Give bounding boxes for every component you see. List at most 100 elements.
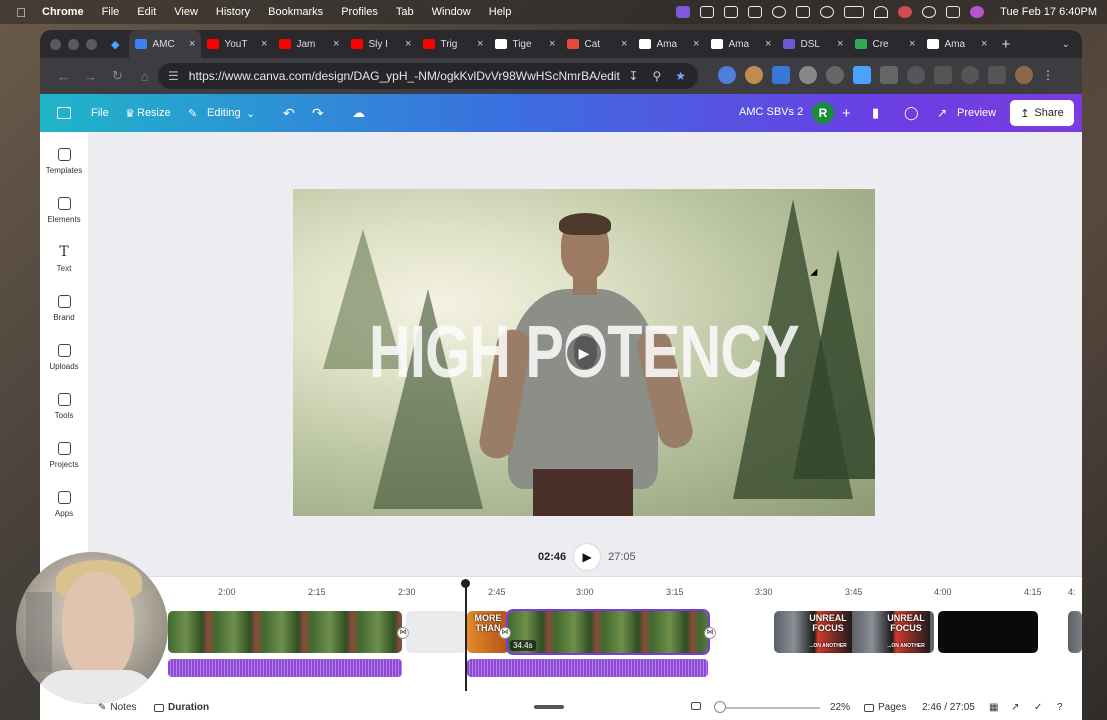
home-icon[interactable]: ⌂ <box>131 69 158 84</box>
extension-icon-3[interactable] <box>772 66 790 84</box>
battery-icon[interactable] <box>844 6 865 18</box>
close-tab-icon[interactable]: × <box>765 38 771 50</box>
video-clip-partial[interactable] <box>1068 611 1082 653</box>
zoom-percent[interactable]: 22% <box>830 702 850 713</box>
download-icon[interactable]: ↧ <box>628 69 638 83</box>
menu-chrome[interactable]: Chrome <box>42 6 84 18</box>
play-button[interactable]: ▶ <box>574 544 601 570</box>
user-avatar[interactable]: R <box>812 102 834 124</box>
back-arrow-icon[interactable]: ← <box>50 69 77 84</box>
new-tab-button[interactable]: + <box>1001 36 1010 53</box>
browser-tab[interactable]: Cat × <box>561 30 633 58</box>
zoom-slider-handle[interactable] <box>714 701 726 713</box>
search-icon[interactable] <box>922 6 937 18</box>
menu-profiles[interactable]: Profiles <box>341 6 378 18</box>
fullscreen-icon[interactable]: ↗ <box>1011 702 1019 713</box>
reload-icon[interactable]: ↻ <box>104 68 131 84</box>
menu-edit[interactable]: Edit <box>137 6 156 18</box>
browser-tab[interactable]: Ama × <box>921 30 993 58</box>
redo-icon[interactable]: ↷ <box>312 94 324 132</box>
browser-tab[interactable]: Cre × <box>849 30 921 58</box>
browser-tab[interactable]: Trig × <box>417 30 489 58</box>
menubar-clock[interactable]: Tue Feb 17 6:40PM <box>1000 6 1097 18</box>
audio-track-1[interactable] <box>168 659 402 677</box>
person-icon[interactable] <box>820 6 835 18</box>
focus-icon[interactable] <box>898 6 913 18</box>
bookmark-star-icon[interactable]: ★ <box>675 69 686 83</box>
design-title[interactable]: AMC SBVs 2 <box>739 106 803 118</box>
rail-item-text[interactable]: T Text <box>40 245 88 273</box>
duration-button[interactable]: Duration <box>154 702 209 713</box>
browser-tab[interactable]: Sly I × <box>345 30 417 58</box>
close-tab-icon[interactable]: × <box>477 38 483 50</box>
design-canvas[interactable]: HIGH POTENCY ▶ <box>293 189 875 516</box>
timeline-view-icon[interactable] <box>691 702 701 710</box>
close-tab-icon[interactable]: × <box>333 38 339 50</box>
menu-bookmarks[interactable]: Bookmarks <box>268 6 323 18</box>
extension-icon-7[interactable] <box>880 66 898 84</box>
url-text[interactable]: https://www.canva.com/design/DAG_ypH_-NM… <box>189 69 620 83</box>
control-center-icon[interactable] <box>946 6 961 18</box>
expand-icon[interactable]: ↗ <box>937 94 947 132</box>
close-window-button[interactable] <box>50 38 61 50</box>
cloud-saved-icon[interactable]: ☁ <box>352 94 365 132</box>
browser-tab[interactable]: Ama × <box>705 30 777 58</box>
add-collaborator-icon[interactable]: + <box>842 94 851 132</box>
transition-icon[interactable]: ⋈ <box>499 627 511 639</box>
extension-icon-1[interactable] <box>718 66 736 84</box>
extension-icon-4[interactable] <box>799 66 817 84</box>
extension-icon-2[interactable] <box>745 66 763 84</box>
extension-icon-5[interactable] <box>826 66 844 84</box>
transition-icon[interactable]: ⋈ <box>704 627 716 639</box>
close-tab-icon[interactable]: × <box>261 38 267 50</box>
extensions-puzzle-icon[interactable] <box>934 66 952 84</box>
menu-view[interactable]: View <box>174 6 198 18</box>
browser-tab[interactable]: AMC × <box>129 30 202 58</box>
file-menu-button[interactable]: File <box>91 94 109 132</box>
grid-view-icon[interactable]: ▦ <box>989 702 998 713</box>
address-bar[interactable]: ☰ https://www.canva.com/design/DAG_ypH_-… <box>158 63 698 89</box>
share-button[interactable]: ↥ Share <box>1010 100 1074 126</box>
sidebar-toggle-icon[interactable] <box>57 107 71 119</box>
rail-item-elements[interactable]: Elements <box>40 197 88 224</box>
close-tab-icon[interactable]: × <box>981 38 987 50</box>
profile-avatar[interactable] <box>1015 66 1033 84</box>
zoom-slider-track[interactable] <box>716 707 820 709</box>
timeline-scrollbar[interactable] <box>534 705 564 709</box>
video-clip-black[interactable] <box>938 611 1038 653</box>
video-clip-unreal-focus[interactable]: UNREAL FOCUS UNREAL FOCUS ...ON ANOTHER … <box>774 611 934 653</box>
wifi-icon[interactable] <box>874 6 889 18</box>
rail-item-tools[interactable]: Tools <box>40 393 88 420</box>
tab-search-chevron-icon[interactable]: ⌄ <box>1062 39 1070 50</box>
list-icon[interactable] <box>700 6 715 18</box>
rail-item-projects[interactable]: Projects <box>40 442 88 469</box>
zoom-icon[interactable]: ⚲ <box>652 69 661 83</box>
siri-icon[interactable] <box>970 6 985 18</box>
shield-icon[interactable] <box>748 6 763 18</box>
pages-button[interactable]: Pages <box>864 702 906 713</box>
chevron-down-icon[interactable]: ⌄ <box>246 94 255 132</box>
fullscreen-window-button[interactable] <box>86 38 97 50</box>
editing-mode-button[interactable]: Editing <box>207 94 241 132</box>
audio-track-2[interactable] <box>467 659 708 677</box>
site-settings-icon[interactable]: ☰ <box>168 69 179 83</box>
extension-icon-8[interactable] <box>907 66 925 84</box>
chrome-menu-icon[interactable]: ⋮ <box>1042 68 1054 82</box>
minimize-window-button[interactable] <box>68 38 79 50</box>
comment-icon[interactable]: ◯ <box>904 94 919 132</box>
close-tab-icon[interactable]: × <box>837 38 843 50</box>
playhead[interactable] <box>462 579 469 691</box>
close-tab-icon[interactable]: × <box>621 38 627 50</box>
browser-tab[interactable]: DSL × <box>777 30 849 58</box>
menu-help[interactable]: Help <box>489 6 512 18</box>
browser-tab[interactable]: Tige × <box>489 30 561 58</box>
menu-history[interactable]: History <box>216 6 250 18</box>
resize-button[interactable]: Resize <box>137 94 171 132</box>
extension-icon-9[interactable] <box>988 66 1006 84</box>
close-tab-icon[interactable]: × <box>549 38 555 50</box>
browser-tab[interactable]: YouT × <box>201 30 273 58</box>
menu-window[interactable]: Window <box>432 6 471 18</box>
check-icon[interactable]: ✓ <box>1034 702 1042 713</box>
insights-chart-icon[interactable]: ▮ <box>872 94 879 132</box>
undo-icon[interactable]: ↶ <box>283 94 295 132</box>
